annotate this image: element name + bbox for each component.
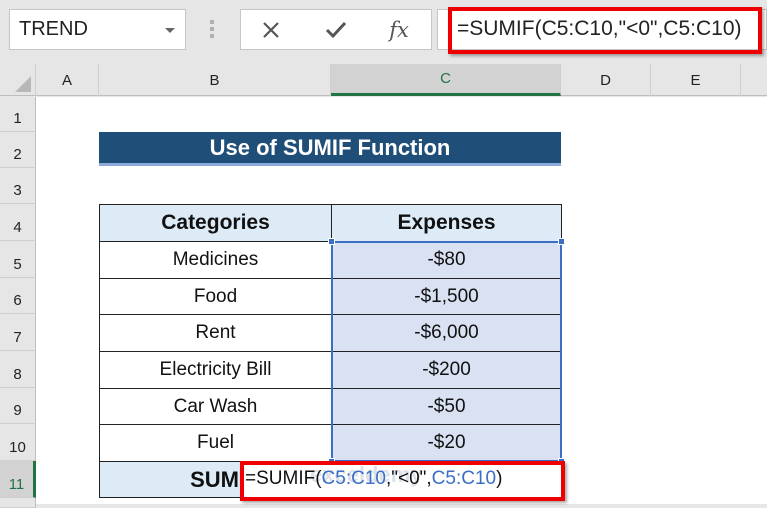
expense-cell[interactable]: -$200 <box>331 351 562 389</box>
row-header-5[interactable]: 5 <box>0 241 36 278</box>
column-header-b[interactable]: B <box>99 64 331 96</box>
row-header-4[interactable]: 4 <box>0 204 36 241</box>
row-header-8[interactable]: 8 <box>0 351 36 388</box>
row-header-11[interactable]: 11 <box>0 461 36 498</box>
cancel-button[interactable] <box>251 14 291 46</box>
formula-buttons: fx <box>240 9 432 50</box>
column-headers: A B C D E <box>0 64 767 96</box>
expense-cell[interactable]: -$6,000 <box>331 314 562 352</box>
enter-button[interactable] <box>316 14 356 46</box>
expense-cell[interactable]: -$20 <box>331 424 562 462</box>
column-header-d[interactable]: D <box>561 64 651 96</box>
insert-function-button[interactable]: fx <box>379 14 419 46</box>
category-cell[interactable]: Electricity Bill <box>99 351 332 389</box>
close-icon <box>263 22 279 38</box>
header-expenses[interactable]: Expenses <box>331 204 562 242</box>
category-cell[interactable]: Rent <box>99 314 332 352</box>
formula-highlight-box <box>448 7 762 54</box>
chevron-down-icon[interactable] <box>165 28 175 33</box>
name-box[interactable]: TREND <box>9 9 186 50</box>
sheet-title: Use of SUMIF Function <box>99 132 561 166</box>
row-header-3[interactable]: 3 <box>0 168 36 204</box>
category-cell[interactable]: Fuel <box>99 424 332 462</box>
name-box-value: TREND <box>19 18 88 40</box>
expense-cell[interactable]: -$80 <box>331 241 562 279</box>
checkmark-icon <box>325 21 347 39</box>
header-categories[interactable]: Categories <box>99 204 332 242</box>
column-header-e[interactable]: E <box>651 64 741 96</box>
category-cell[interactable]: Medicines <box>99 241 332 279</box>
category-cell[interactable]: Car Wash <box>99 388 332 425</box>
category-cell[interactable]: Food <box>99 278 332 315</box>
column-header-c[interactable]: C <box>331 64 561 96</box>
row-header-9[interactable]: 9 <box>0 388 36 424</box>
row-header-10[interactable]: 10 <box>0 424 36 461</box>
row-header-6[interactable]: 6 <box>0 278 36 314</box>
cell-highlight-box <box>240 461 565 501</box>
row-header-12[interactable] <box>0 498 36 508</box>
select-all-button[interactable] <box>0 64 36 96</box>
drag-grip-icon[interactable] <box>210 20 214 40</box>
column-header-a[interactable]: A <box>36 64 99 96</box>
row-header-7[interactable]: 7 <box>0 314 36 351</box>
row-header-2[interactable]: 2 <box>0 132 36 168</box>
row-header-1[interactable]: 1 <box>0 97 36 132</box>
expense-cell[interactable]: -$1,500 <box>331 278 562 315</box>
expense-cell[interactable]: -$50 <box>331 388 562 425</box>
fx-icon: fx <box>389 18 409 42</box>
